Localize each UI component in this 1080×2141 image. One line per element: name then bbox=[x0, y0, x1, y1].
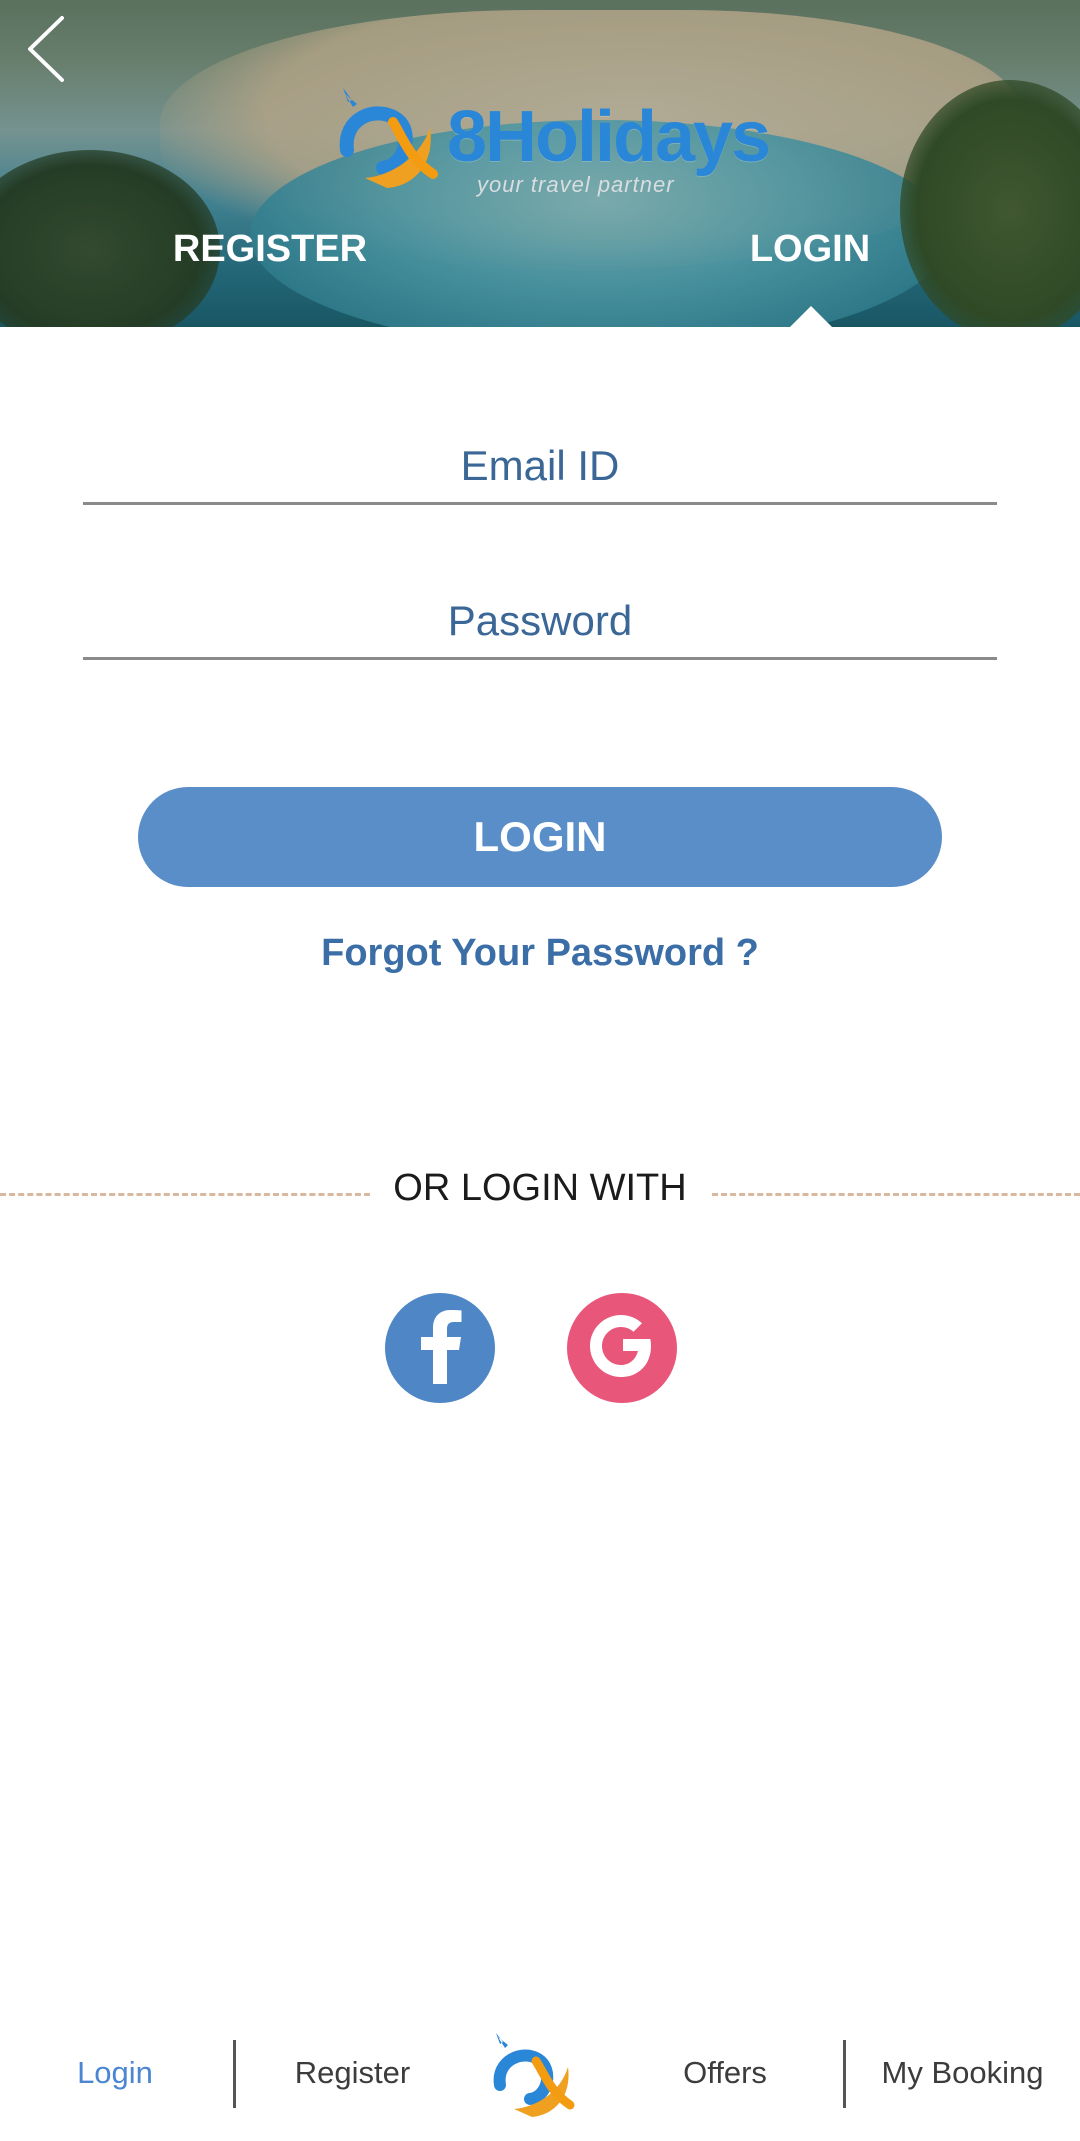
password-field[interactable] bbox=[83, 585, 997, 660]
login-button[interactable]: LOGIN bbox=[138, 787, 942, 887]
facebook-login-button[interactable] bbox=[385, 1293, 495, 1403]
tab-register[interactable]: REGISTER bbox=[170, 228, 370, 271]
nav-item-register[interactable]: Register bbox=[270, 2055, 435, 2091]
or-login-with-label: OR LOGIN WITH bbox=[393, 1167, 687, 1209]
nav-item-login[interactable]: Login bbox=[40, 2055, 190, 2091]
google-icon bbox=[587, 1311, 657, 1386]
hero-header: 8Holidays your travel partner REGISTER L… bbox=[0, 0, 1080, 327]
logo-tagline: your travel partner bbox=[477, 172, 675, 197]
nav-item-my-booking[interactable]: My Booking bbox=[875, 2055, 1050, 2091]
app-logo: 8Holidays your travel partner bbox=[335, 88, 771, 208]
forgot-password-link[interactable]: Forgot Your Password ? bbox=[0, 932, 1080, 975]
nav-home-logo[interactable] bbox=[490, 2033, 585, 2118]
email-field[interactable] bbox=[83, 430, 997, 505]
divider-right bbox=[712, 1193, 1080, 1196]
tab-login[interactable]: LOGIN bbox=[730, 228, 890, 271]
back-button[interactable] bbox=[16, 14, 76, 89]
active-tab-indicator bbox=[789, 306, 833, 327]
nav-item-offers[interactable]: Offers bbox=[660, 2055, 790, 2091]
nav-separator bbox=[843, 2040, 846, 2108]
nav-separator bbox=[233, 2040, 236, 2108]
google-login-button[interactable] bbox=[567, 1293, 677, 1403]
chevron-left-icon bbox=[24, 14, 68, 89]
logo-text: 8Holidays bbox=[447, 97, 771, 177]
facebook-icon bbox=[415, 1308, 465, 1389]
logo-mark-icon bbox=[490, 2033, 585, 2122]
login-screen: 8Holidays your travel partner REGISTER L… bbox=[0, 0, 1080, 2141]
